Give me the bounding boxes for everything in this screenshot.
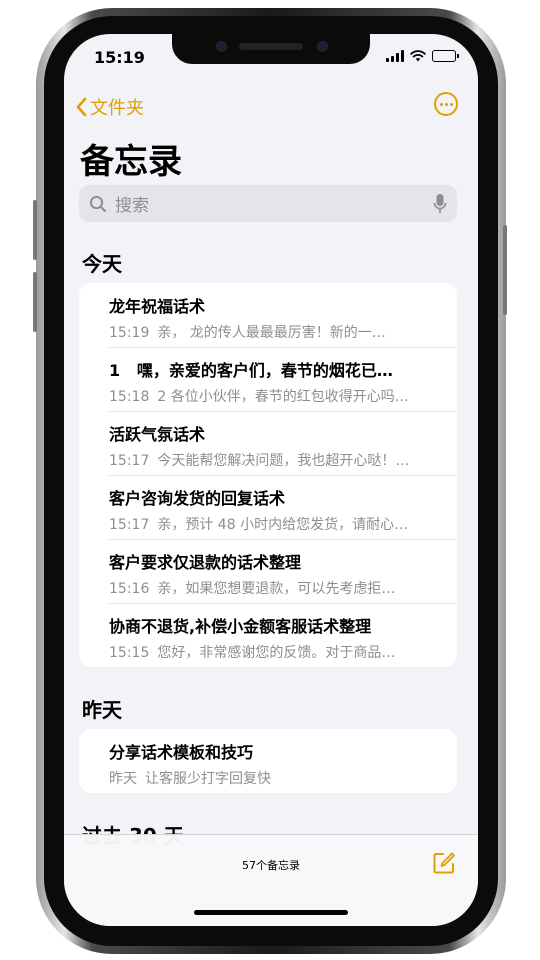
list-item[interactable]: 客户要求仅退款的话术整理 15:16 亲，如果您想要退款，可以先考虑拒… <box>79 539 457 603</box>
search-icon <box>89 195 107 212</box>
note-preview: 亲，如果您想要退款，可以先考虑拒… <box>157 581 396 597</box>
list-item[interactable]: 活跃气氛话术 15:17 今天能帮您解决问题，我也超开心哒！… <box>79 411 457 475</box>
note-preview: 亲，预计 48 小时内给您发货，请耐心… <box>157 517 409 533</box>
more-button[interactable] <box>434 92 458 116</box>
note-title: 分享话术模板和技巧 <box>109 743 254 762</box>
more-icon <box>439 102 443 106</box>
back-button[interactable]: 文件夹 <box>74 94 144 120</box>
status-icons <box>386 50 459 62</box>
note-title: 龙年祝福话术 <box>109 297 206 316</box>
note-time: 15:17 <box>109 517 150 533</box>
microphone-icon[interactable] <box>433 193 447 215</box>
note-title: 客户要求仅退款的话术整理 <box>109 553 302 572</box>
list-item[interactable]: 客户咨询发货的回复话术 15:17 亲，预计 48 小时内给您发货，请耐心… <box>79 475 457 539</box>
note-time: 昨天 <box>109 771 137 787</box>
status-time: 15:19 <box>94 48 145 67</box>
note-preview: 让客服少打字回复快 <box>145 771 271 787</box>
list-item[interactable]: 分享话术模板和技巧 昨天 让客服少打字回复快 <box>79 729 457 793</box>
note-time: 15:17 <box>109 453 150 469</box>
notes-group-today: 龙年祝福话术 15:19 亲， 龙的传人最最最厉害！新的一… 1 嘿，亲爱的客户们… <box>79 283 457 667</box>
battery-icon <box>432 50 459 62</box>
wifi-icon <box>410 50 426 62</box>
back-chevron-icon <box>76 97 87 117</box>
note-time: 15:19 <box>109 325 150 341</box>
note-title: 活跃气氛话术 <box>109 425 206 444</box>
note-preview: 亲， 龙的传人最最最厉害！新的一… <box>157 325 386 341</box>
signal-icon <box>386 50 404 62</box>
list-item[interactable]: 龙年祝福话术 15:19 亲， 龙的传人最最最厉害！新的一… <box>79 283 457 347</box>
nav-bar: 文件夹 <box>64 92 478 128</box>
notes-group-yesterday: 分享话术模板和技巧 昨天 让客服少打字回复快 <box>79 729 457 793</box>
notch <box>172 34 370 64</box>
note-title: 客户咨询发货的回复话术 <box>109 489 286 508</box>
note-preview: 今天能帮您解决问题，我也超开心哒！… <box>157 453 410 469</box>
side-button-left-1 <box>33 200 37 260</box>
list-item[interactable]: 协商不退货,补偿小金额客服话术整理 15:15 您好，非常感谢您的反馈。对于商品… <box>79 603 457 667</box>
side-button-right <box>503 225 507 315</box>
note-time: 15:18 <box>109 389 150 405</box>
side-button-left-2 <box>33 272 37 332</box>
list-item[interactable]: 1 嘿，亲爱的客户们，春节的烟花已… 15:18 2 各位小伙伴，春节的红包收得开… <box>79 347 457 411</box>
page-title: 备忘录 <box>80 142 182 182</box>
note-title: 1 嘿，亲爱的客户们，春节的烟花已… <box>109 361 393 380</box>
section-title-yesterday: 昨天 <box>82 698 122 722</box>
earpiece-speaker <box>239 43 303 50</box>
search-input[interactable]: 搜索 <box>115 191 433 216</box>
note-title: 协商不退货,补偿小金额客服话术整理 <box>109 617 372 636</box>
note-time: 15:15 <box>109 645 150 661</box>
phone-screen: 15:19 文件夹 备忘录 搜索 今天 龙年祝福话术 15:19 亲， 龙的传人… <box>64 34 478 926</box>
note-preview: 您好，非常感谢您的反馈。对于商品… <box>157 645 396 661</box>
compose-icon[interactable] <box>432 851 456 875</box>
search-bar[interactable]: 搜索 <box>79 185 457 222</box>
section-title-today: 今天 <box>82 252 122 276</box>
note-count: 57个备忘录 <box>242 859 300 872</box>
note-preview: 2 各位小伙伴，春节的红包收得开心吗… <box>157 389 409 405</box>
home-indicator[interactable] <box>194 910 348 915</box>
front-sensor <box>317 41 328 52</box>
front-camera <box>216 41 227 52</box>
note-time: 15:16 <box>109 581 150 597</box>
back-label: 文件夹 <box>90 98 144 119</box>
